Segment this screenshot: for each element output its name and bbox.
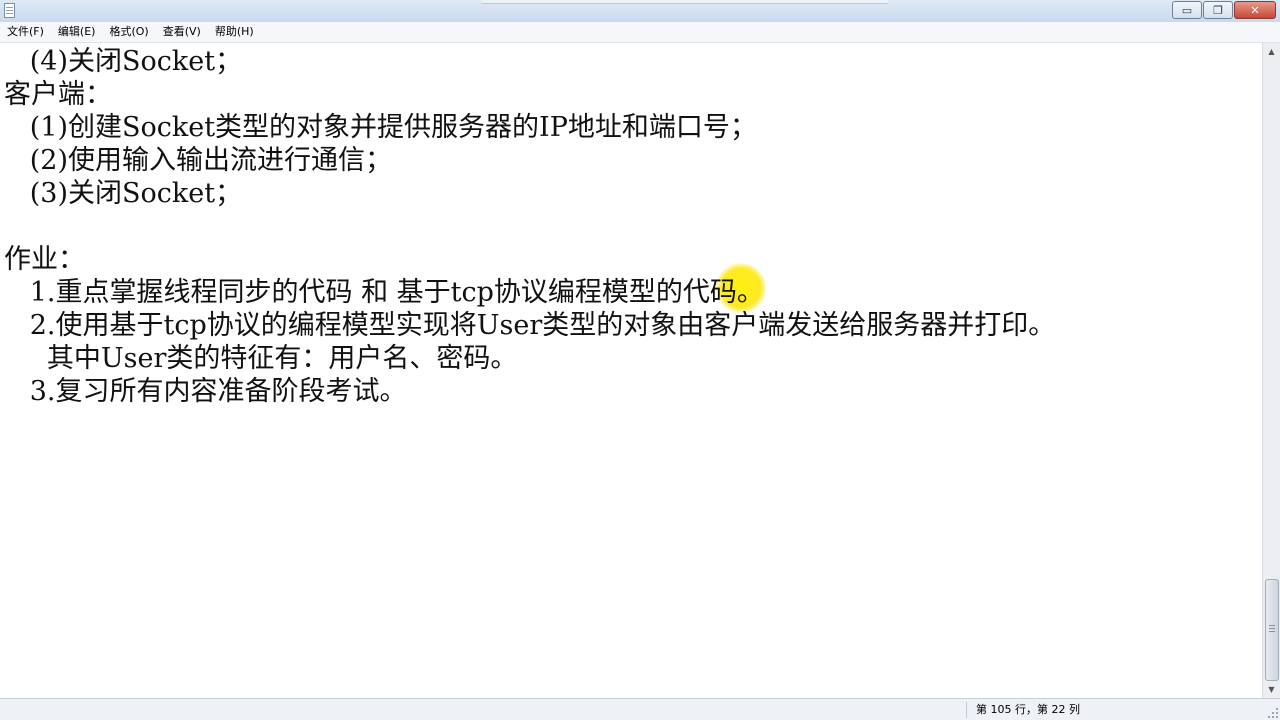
notepad-icon: [4, 3, 15, 18]
scroll-grip-icon: [1269, 625, 1275, 626]
scroll-thumb[interactable]: [1265, 579, 1279, 681]
vertical-scrollbar[interactable]: ▲ ▼: [1262, 43, 1280, 698]
status-bar: 第 105 行，第 22 列: [0, 698, 1280, 720]
text-line: (1)创建Socket类型的对象并提供服务器的IP地址和端口号；: [4, 112, 757, 143]
menu-help[interactable]: 帮助(H): [208, 22, 261, 42]
menu-edit[interactable]: 编辑(E): [51, 22, 103, 42]
resize-grip-icon[interactable]: [1266, 706, 1278, 718]
status-separator: [966, 702, 967, 718]
menu-format[interactable]: 格式(O): [102, 22, 155, 42]
text-line: 作业：: [4, 244, 85, 275]
scroll-down-arrow-icon[interactable]: ▼: [1263, 681, 1280, 698]
menu-bar: 文件(F) 编辑(E) 格式(O) 查看(V) 帮助(H): [0, 22, 1280, 43]
text-line: 客户端：: [4, 79, 112, 110]
text-line: 1.重点掌握线程同步的代码 和 基于tcp协议编程模型的代码。: [4, 277, 764, 308]
scroll-up-arrow-icon[interactable]: ▲: [1263, 43, 1280, 60]
close-button[interactable]: ✕: [1234, 1, 1276, 19]
menu-file[interactable]: 文件(F): [0, 22, 51, 42]
text-line: 3.复习所有内容准备阶段考试。: [4, 376, 407, 407]
cursor-position: 第 105 行，第 22 列: [976, 703, 1080, 716]
window-controls: ▭ ❐ ✕: [1171, 1, 1276, 19]
minimize-button[interactable]: ▭: [1172, 1, 1202, 19]
text-line: (3)关闭Socket；: [4, 178, 243, 209]
text-editor-area[interactable]: (4)关闭Socket； 客户端： (1)创建Socket类型的对象并提供服务器…: [0, 43, 1262, 698]
text-line: (2)使用输入输出流进行通信；: [4, 145, 392, 176]
menu-view[interactable]: 查看(V): [156, 22, 208, 42]
text-line: (4)关闭Socket；: [4, 46, 243, 77]
title-bar: ▭ ❐ ✕: [0, 0, 1280, 22]
title-strip: [482, 0, 888, 4]
text-line: 2.使用基于tcp协议的编程模型实现将User类型的对象由客户端发送给服务器并打…: [4, 310, 1056, 341]
text-line: 其中User类的特征有：用户名、密码。: [4, 343, 518, 374]
restore-button[interactable]: ❐: [1203, 1, 1233, 19]
